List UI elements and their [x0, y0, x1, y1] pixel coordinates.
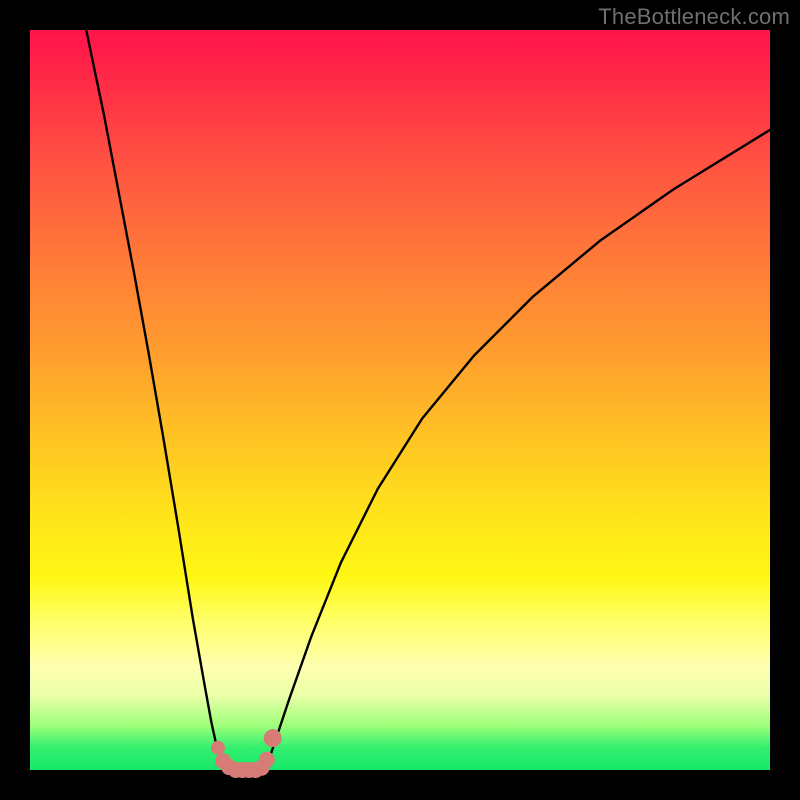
- bottleneck-curve: [86, 30, 770, 770]
- highlight-marker: [259, 752, 275, 768]
- highlight-marker: [264, 729, 282, 747]
- highlight-markers: [211, 729, 282, 778]
- outer-frame: TheBottleneck.com: [0, 0, 800, 800]
- highlight-marker: [211, 741, 225, 755]
- watermark-text: TheBottleneck.com: [598, 4, 790, 30]
- gradient-plot-area: [30, 30, 770, 770]
- bottleneck-curve-svg: [30, 30, 770, 770]
